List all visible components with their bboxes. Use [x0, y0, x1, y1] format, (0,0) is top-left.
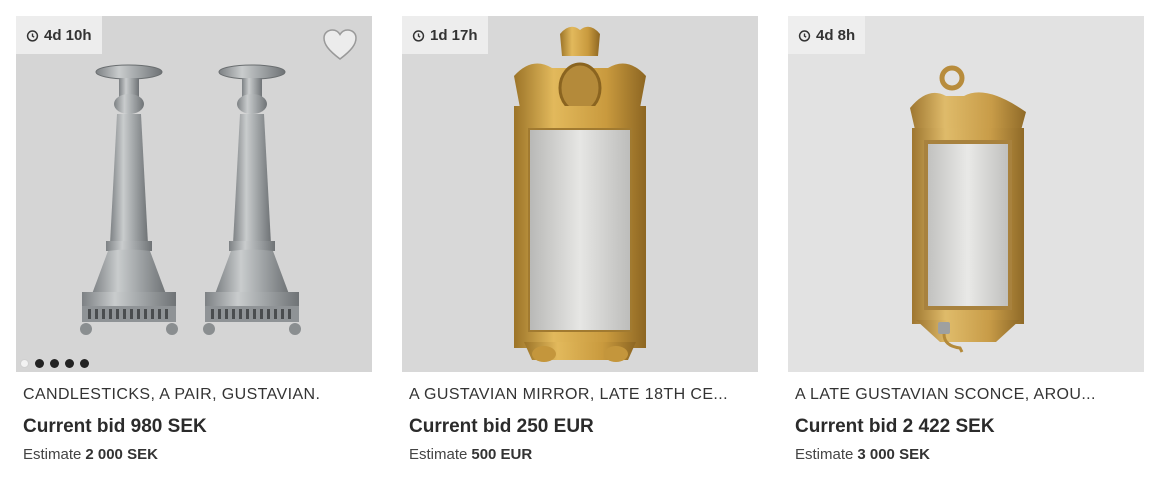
lot-card[interactable]: 4d 10h CANDLESTICKS, A PAIR, GUSTAVIAN. …	[16, 16, 372, 476]
estimate-value: 500 EUR	[471, 446, 533, 463]
estimate-label: Estimate	[23, 446, 82, 463]
current-bid: Current bid 980 SEK	[23, 416, 207, 437]
lot-image[interactable]: 1d 17h	[402, 16, 758, 372]
carousel-dot[interactable]	[20, 359, 29, 368]
estimate: Estimate 3 000 SEK	[795, 446, 930, 463]
current-bid: Current bid 250 EUR	[409, 416, 594, 437]
carousel-dot[interactable]	[50, 359, 59, 368]
lot-card[interactable]: 4d 8h A LATE GUSTAVIAN SCONCE, AROU... C…	[788, 16, 1144, 476]
clock-icon	[798, 29, 811, 42]
time-left-text: 4d 10h	[44, 26, 92, 44]
candlesticks-image	[16, 16, 372, 372]
estimate: Estimate 500 EUR	[409, 446, 532, 463]
gilded-mirror-image	[402, 16, 758, 372]
lot-title[interactable]: A GUSTAVIAN MIRROR, LATE 18TH CE...	[409, 386, 749, 404]
clock-icon	[412, 29, 425, 42]
time-left-badge: 4d 8h	[788, 16, 866, 54]
carousel-dot[interactable]	[65, 359, 74, 368]
current-bid: Current bid 2 422 SEK	[795, 416, 995, 437]
time-left-text: 4d 8h	[816, 26, 856, 44]
heart-icon[interactable]	[322, 28, 358, 62]
time-left-badge: 4d 10h	[16, 16, 102, 54]
estimate-label: Estimate	[409, 446, 468, 463]
lot-title[interactable]: CANDLESTICKS, A PAIR, GUSTAVIAN.	[23, 386, 363, 404]
lot-image[interactable]: 4d 10h	[16, 16, 372, 372]
lot-card[interactable]: 1d 17h A GUSTAVIAN MIRROR, LATE 18TH CE.…	[402, 16, 758, 476]
estimate-value: 3 000 SEK	[857, 446, 930, 463]
estimate: Estimate 2 000 SEK	[23, 446, 158, 463]
estimate-label: Estimate	[795, 446, 854, 463]
gilded-sconce-image	[788, 16, 1144, 372]
carousel-dots	[20, 359, 89, 368]
time-left-badge: 1d 17h	[402, 16, 488, 54]
time-left-text: 1d 17h	[430, 26, 478, 44]
estimate-value: 2 000 SEK	[85, 446, 158, 463]
carousel-dot[interactable]	[35, 359, 44, 368]
carousel-dot[interactable]	[80, 359, 89, 368]
lot-image[interactable]: 4d 8h	[788, 16, 1144, 372]
clock-icon	[26, 29, 39, 42]
lot-title[interactable]: A LATE GUSTAVIAN SCONCE, AROU...	[795, 386, 1135, 404]
